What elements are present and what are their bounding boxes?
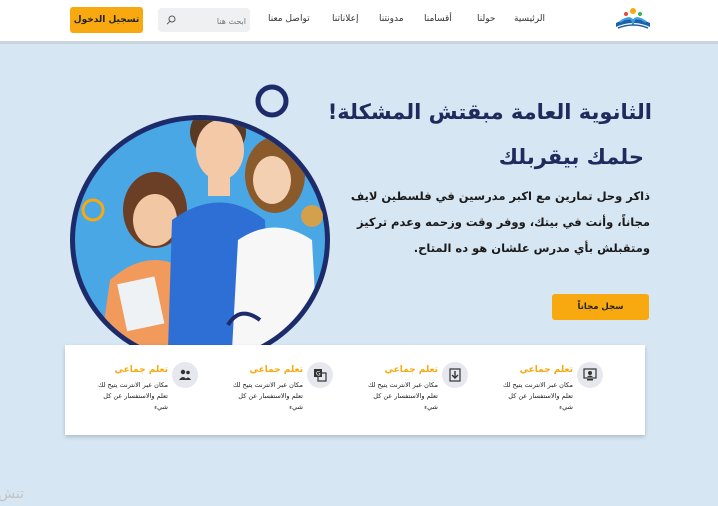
download-icon <box>442 362 468 388</box>
login-button[interactable]: تسجيل الدخول <box>70 7 143 33</box>
nav-announcements[interactable]: إعلاناتنا <box>332 14 358 24</box>
girl-white-shirt <box>232 227 318 350</box>
watermark-text: تنش <box>0 486 24 502</box>
feature-text: مكان عبر الانترنت يتيح لك تعلم والاستفسا… <box>98 381 168 411</box>
feature-title: تعلم جماعي <box>114 365 168 375</box>
top-navbar: الرئيسية حولنا أقسامنا مدونتنا إعلاناتنا… <box>0 0 718 44</box>
logo[interactable] <box>612 5 654 31</box>
translate-icon: G <box>307 362 333 388</box>
decor-ring <box>255 84 289 118</box>
feature-text: مكان عبر الانترنت يتيح لك تعلم والاستفسا… <box>503 381 573 411</box>
features-card: تعلم جماعي مكان عبر الانترنت يتيح لك تعل… <box>65 345 645 435</box>
search-input[interactable] <box>180 11 248 31</box>
feature-title: تعلم جماعي <box>249 365 303 375</box>
signup-free-button[interactable]: سجل مجاناً <box>552 294 649 320</box>
nav-home[interactable]: الرئيسية <box>514 14 545 24</box>
search-icon[interactable] <box>166 15 176 25</box>
hero-illustration <box>70 84 330 350</box>
hero-description: ذاكر وحل تمارين مع اكبر مدرسين في فلسطين… <box>350 189 650 255</box>
svg-text:G: G <box>316 371 321 378</box>
nav-about[interactable]: حولنا <box>477 14 495 24</box>
feature-item: تعلم جماعي مكان عبر الانترنت يتيح لك تعل… <box>98 345 240 435</box>
nav-blog[interactable]: مدونتنا <box>379 14 404 24</box>
nav-sections[interactable]: أقسامنا <box>424 14 452 24</box>
feature-text: مكان عبر الانترنت يتيح لك تعلم والاستفسا… <box>233 381 303 411</box>
search-box <box>158 8 250 32</box>
group-icon <box>172 362 198 388</box>
feature-text: مكان عبر الانترنت يتيح لك تعلم والاستفسا… <box>368 381 438 411</box>
decor-dot-orange <box>301 205 323 227</box>
feature-title: تعلم جماعي <box>384 365 438 375</box>
feature-item: G تعلم جماعي مكان عبر الانترنت يتيح لك ت… <box>233 345 375 435</box>
feature-title: تعلم جماعي <box>519 365 573 375</box>
feature-item: تعلم جماعي مكان عبر الانترنت يتيح لك تعل… <box>503 345 645 435</box>
feature-item: تعلم جماعي مكان عبر الانترنت يتيح لك تعل… <box>368 345 510 435</box>
nav-contact[interactable]: تواصل معنا <box>268 14 310 24</box>
hero-subtitle: حلمك بيقربلك <box>498 145 644 169</box>
computer-user-icon <box>577 362 603 388</box>
hero-title: الثانوية العامة مبقتش المشكلة! <box>327 100 652 124</box>
